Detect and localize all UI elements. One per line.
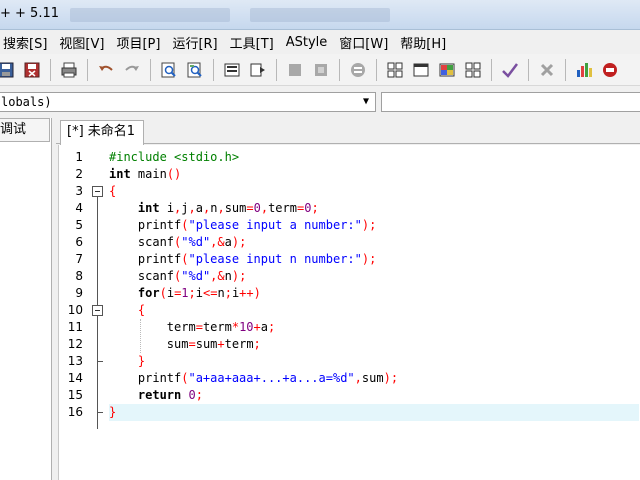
chevron-down-icon[interactable]: ▼ bbox=[359, 94, 373, 110]
tab-debug[interactable]: 调试 bbox=[0, 118, 50, 142]
indent-guide bbox=[140, 319, 141, 353]
code-line[interactable]: return 0; bbox=[109, 387, 203, 404]
title-bar: + + 5.11 bbox=[0, 0, 640, 30]
line-number: 12 bbox=[67, 337, 83, 351]
chart-icon[interactable] bbox=[574, 60, 594, 80]
window-icon[interactable] bbox=[411, 60, 431, 80]
toolbar-separator bbox=[213, 58, 214, 81]
close-file-icon[interactable] bbox=[22, 60, 42, 80]
layout-icon[interactable] bbox=[385, 60, 405, 80]
line-number: 9 bbox=[75, 286, 83, 300]
code-line[interactable]: { bbox=[109, 183, 116, 200]
code-line[interactable]: printf("please input a number:"); bbox=[109, 217, 376, 234]
code-line[interactable]: { bbox=[109, 302, 145, 319]
line-number: 1 bbox=[75, 150, 83, 164]
format-icon[interactable] bbox=[348, 60, 368, 80]
line-number: 15 bbox=[67, 388, 83, 402]
debug-icon[interactable] bbox=[311, 60, 331, 80]
toolbar-separator bbox=[339, 58, 340, 81]
toolbar-separator bbox=[150, 58, 151, 81]
profile-icon[interactable] bbox=[600, 60, 620, 80]
menu-view[interactable]: 视图[V] bbox=[53, 33, 110, 52]
tab-debug-label: 调试 bbox=[0, 122, 27, 137]
fold-end-marker bbox=[97, 361, 103, 362]
compile-icon[interactable] bbox=[222, 60, 242, 80]
line-number-gutter: 1 2 3 4 5 6 7 8 9 10 11 12 13 14 15 16 bbox=[59, 145, 89, 480]
toolbar-separator bbox=[491, 58, 492, 81]
check-icon[interactable] bbox=[500, 60, 520, 80]
toolbar bbox=[0, 54, 640, 86]
blurred-title-overlay-2 bbox=[250, 8, 390, 22]
code-editor[interactable]: 1 2 3 4 5 6 7 8 9 10 11 12 13 14 15 16 #include <stdio.… bbox=[58, 145, 640, 480]
line-number: 6 bbox=[75, 235, 83, 249]
line-number: 7 bbox=[75, 252, 83, 266]
toolbar-separator bbox=[50, 58, 51, 81]
toolbar-separator bbox=[565, 58, 566, 81]
fold-margin bbox=[89, 145, 107, 480]
toolbar-separator bbox=[376, 58, 377, 81]
find-icon[interactable] bbox=[159, 60, 179, 80]
delete-icon[interactable] bbox=[537, 60, 557, 80]
line-number: 13 bbox=[67, 354, 83, 368]
toolbar-separator bbox=[276, 58, 277, 81]
line-number: 3 bbox=[75, 184, 83, 198]
code-line[interactable]: term=term*10+a; bbox=[109, 319, 275, 336]
code-area[interactable]: #include <stdio.h> int main(){ int i,j,a,… bbox=[109, 145, 639, 480]
undo-icon[interactable] bbox=[96, 60, 116, 80]
menu-search[interactable]: 搜索[S] bbox=[0, 33, 53, 52]
code-line[interactable]: sum=sum+term; bbox=[109, 336, 261, 353]
replace-icon[interactable] bbox=[185, 60, 205, 80]
menu-window[interactable]: 窗口[W] bbox=[333, 33, 394, 52]
tab-untitled1-label: [*] 未命名1 bbox=[67, 124, 136, 139]
scope-value: lobals) bbox=[1, 95, 52, 109]
scope-combo[interactable]: lobals) ▼ bbox=[0, 92, 376, 112]
redo-icon[interactable] bbox=[122, 60, 142, 80]
menu-bar: 搜索[S] 视图[V] 项目[P] 运行[R] 工具[T] AStyle 窗口[… bbox=[0, 30, 640, 54]
code-line[interactable]: printf("a+aa+aaa+...+a...a=%d",sum); bbox=[109, 370, 398, 387]
code-line[interactable]: printf("please input n number:"); bbox=[109, 251, 376, 268]
code-line[interactable]: scanf("%d",&a); bbox=[109, 234, 246, 251]
window-title: + + 5.11 bbox=[0, 6, 59, 21]
code-line[interactable]: } bbox=[109, 404, 116, 421]
line-number: 8 bbox=[75, 269, 83, 283]
line-number: 16 bbox=[67, 405, 83, 419]
code-line[interactable]: for(i=1;i<=n;i++) bbox=[109, 285, 261, 302]
color-icon[interactable] bbox=[437, 60, 457, 80]
code-line[interactable]: scanf("%d",&n); bbox=[109, 268, 246, 285]
line-number: 5 bbox=[75, 218, 83, 232]
menu-run[interactable]: 运行[R] bbox=[166, 33, 223, 52]
fold-end-marker bbox=[97, 412, 103, 413]
scope-row: lobals) ▼ bbox=[0, 90, 640, 114]
code-line[interactable]: int main() bbox=[109, 166, 181, 183]
code-line[interactable]: #include <stdio.h> bbox=[109, 149, 239, 166]
line-number: 11 bbox=[67, 320, 83, 334]
fold-toggle-main-icon[interactable] bbox=[92, 186, 103, 197]
tab-untitled1[interactable]: [*] 未命名1 bbox=[60, 120, 144, 145]
line-number: 14 bbox=[67, 371, 83, 385]
code-line[interactable]: int i,j,a,n,sum=0,term=0; bbox=[109, 200, 319, 217]
left-panel: 调试 bbox=[0, 118, 52, 480]
blurred-title-overlay bbox=[70, 8, 230, 22]
line-number: 10 bbox=[67, 303, 83, 317]
stop-icon[interactable] bbox=[285, 60, 305, 80]
menu-tools[interactable]: 工具[T] bbox=[224, 33, 280, 52]
menu-help[interactable]: 帮助[H] bbox=[394, 33, 452, 52]
menu-astyle[interactable]: AStyle bbox=[280, 35, 334, 50]
fold-toggle-for-icon[interactable] bbox=[92, 305, 103, 316]
toolbar-separator bbox=[87, 58, 88, 81]
grid-icon[interactable] bbox=[463, 60, 483, 80]
run-icon[interactable] bbox=[248, 60, 268, 80]
line-number: 2 bbox=[75, 167, 83, 181]
print-icon[interactable] bbox=[59, 60, 79, 80]
save-all-icon[interactable] bbox=[0, 60, 16, 80]
menu-project[interactable]: 项目[P] bbox=[110, 33, 166, 52]
symbol-combo[interactable] bbox=[381, 92, 640, 112]
editor-tab-bar: [*] 未命名1 bbox=[56, 118, 640, 145]
toolbar-separator bbox=[528, 58, 529, 81]
current-line-highlight bbox=[109, 404, 639, 421]
code-line[interactable]: } bbox=[109, 353, 145, 370]
line-number: 4 bbox=[75, 201, 83, 215]
